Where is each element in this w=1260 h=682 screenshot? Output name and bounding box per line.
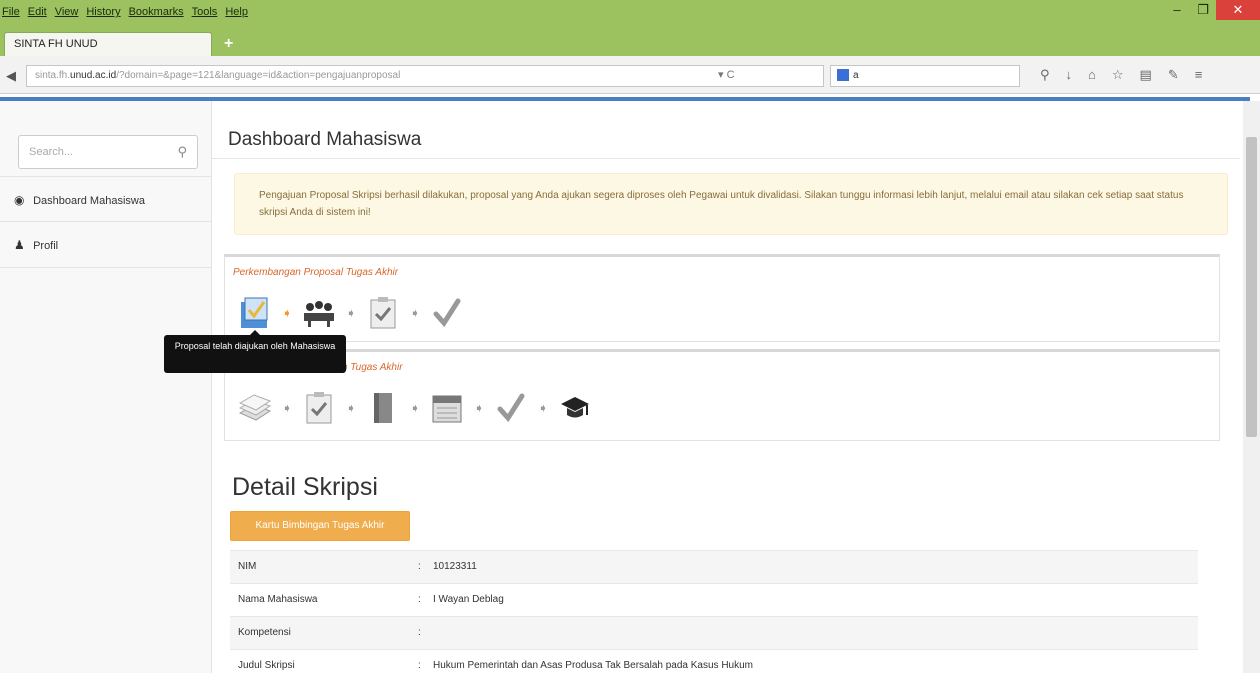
tab-title: SINTA FH UNUD — [14, 38, 98, 50]
home-icon[interactable]: ⌂ — [1088, 67, 1096, 83]
menu-history[interactable]: History — [86, 6, 120, 18]
new-tab-button[interactable]: + — [224, 35, 233, 53]
menu-help[interactable]: Help — [225, 6, 248, 18]
table-row: Judul Skripsi : Hukum Pemerintah dan Asa… — [230, 649, 1198, 682]
row-separator: : — [418, 561, 421, 572]
row-value: I Wayan Deblag — [433, 594, 504, 605]
sidebar-item-label: Profil — [33, 240, 59, 252]
search-bar-text: a — [853, 70, 859, 81]
table-row: Kompetensi : — [230, 616, 1198, 649]
book-icon — [363, 388, 403, 428]
checkmark-icon — [427, 293, 467, 333]
navigation-bar: ◀ sinta.fh.unud.ac.id/?domain=&page=121&… — [0, 56, 1260, 94]
url-prefix: sinta.fh. — [35, 70, 71, 81]
page-title: Dashboard Mahasiswa — [228, 129, 422, 150]
dashboard-icon: ◉ — [14, 193, 25, 207]
menu-file[interactable]: File — [2, 6, 20, 18]
library-icon[interactable]: ▤ — [1140, 67, 1152, 83]
scrollbar-thumb[interactable] — [1246, 137, 1257, 437]
web-page: Search... ⚲ ◉ Dashboard Mahasiswa ♟ Prof… — [0, 101, 1240, 673]
menu-tools[interactable]: Tools — [192, 6, 218, 18]
sidebar-item-dashboard[interactable]: ◉ Dashboard Mahasiswa — [0, 176, 211, 222]
row-value: 10123311 — [433, 561, 477, 572]
kartu-bimbingan-button[interactable]: Kartu Bimbingan Tugas Akhir — [230, 511, 410, 541]
addon-icon[interactable]: ✎ — [1168, 67, 1179, 83]
back-icon[interactable]: ◀ — [6, 68, 16, 84]
bookmark-star-icon[interactable]: ☆ — [1112, 67, 1124, 83]
row-key: Kompetensi — [238, 627, 291, 638]
url-bar[interactable]: sinta.fh.unud.ac.id/?domain=&page=121&la… — [26, 65, 824, 87]
menu-view[interactable]: View — [55, 6, 79, 18]
close-icon[interactable]: ✕ — [1216, 0, 1260, 20]
browser-window: File Edit View History Bookmarks Tools H… — [0, 0, 1260, 673]
url-path: /?domain=&page=121&language=id&action=pe… — [116, 70, 401, 81]
row-separator: : — [418, 627, 421, 638]
row-key: NIM — [238, 561, 257, 572]
research-progress-panel: Perkembangan Penelitian Tugas Akhir ➧ ➧ … — [224, 349, 1220, 441]
row-value: Hukum Pemerintah dan Asas Produsa Tak Be… — [433, 660, 753, 671]
arrow-icon: ➧ — [345, 401, 357, 415]
sidebar-search-input[interactable]: Search... ⚲ — [18, 135, 198, 169]
search-bar[interactable]: a — [830, 65, 1020, 87]
detail-title: Detail Skripsi — [232, 473, 378, 501]
proposal-progress-panel: Perkembangan Proposal Tugas Akhir ➧ ➧ ➧ — [224, 254, 1220, 342]
table-row: Nama Mahasiswa : I Wayan Deblag — [230, 583, 1198, 616]
proposal-submitted-icon[interactable] — [235, 293, 275, 333]
papers-icon — [235, 388, 275, 428]
divider — [212, 158, 1240, 159]
search-icon[interactable]: ⚲ — [1040, 67, 1050, 83]
toolbar-icons: ⚲ ↓ ⌂ ☆ ▤ ✎ ≡ — [1040, 67, 1202, 83]
sidebar-item-label: Dashboard Mahasiswa — [33, 195, 145, 207]
menu-bookmarks[interactable]: Bookmarks — [129, 6, 184, 18]
sidebar: Search... ⚲ ◉ Dashboard Mahasiswa ♟ Prof… — [0, 101, 212, 673]
sidebar-search-placeholder: Search... — [29, 146, 74, 158]
meeting-icon — [299, 293, 339, 333]
arrow-icon: ➧ — [409, 306, 421, 320]
arrow-icon: ➧ — [409, 401, 421, 415]
window-controls: – ❐ ✕ — [1164, 0, 1260, 20]
menu-bar: File Edit View History Bookmarks Tools H… — [2, 6, 248, 18]
row-separator: : — [418, 660, 421, 671]
download-icon[interactable]: ↓ — [1066, 67, 1073, 83]
restore-icon[interactable]: ❐ — [1190, 0, 1216, 20]
success-alert: Pengajuan Proposal Skripsi berhasil dila… — [234, 173, 1228, 235]
user-icon: ♟ — [14, 238, 25, 252]
panel-title: Perkembangan Proposal Tugas Akhir — [233, 267, 399, 278]
detail-table: NIM : 10123311 Nama Mahasiswa : I Wayan … — [230, 550, 1198, 682]
page-scrollbar[interactable] — [1243, 101, 1260, 673]
table-row: NIM : 10123311 — [230, 550, 1198, 583]
proposal-steps: ➧ ➧ ➧ — [235, 293, 467, 333]
clipboard-check-icon — [299, 388, 339, 428]
arrow-icon: ➧ — [473, 401, 485, 415]
calendar-icon — [427, 388, 467, 428]
search-engine-icon[interactable] — [837, 69, 849, 82]
checkmark-icon — [491, 388, 531, 428]
url-host: unud.ac.id — [70, 70, 117, 81]
arrow-icon: ➧ — [281, 306, 293, 320]
arrow-icon: ➧ — [345, 306, 357, 320]
menu-edit[interactable]: Edit — [28, 6, 47, 18]
search-icon[interactable]: ⚲ — [177, 136, 187, 168]
sidebar-item-profil[interactable]: ♟ Profil — [0, 222, 211, 268]
row-key: Nama Mahasiswa — [238, 594, 318, 605]
browser-tab[interactable]: SINTA FH UNUD — [4, 32, 212, 56]
menu-icon[interactable]: ≡ — [1195, 67, 1203, 83]
arrow-icon: ➧ — [537, 401, 549, 415]
step-tooltip: Proposal telah diajukan oleh Mahasiswa — [164, 330, 346, 373]
minimize-icon[interactable]: – — [1164, 0, 1190, 20]
arrow-icon: ➧ — [281, 401, 293, 415]
reload-icon[interactable]: ▾ C — [718, 68, 735, 81]
browser-titlebar: File Edit View History Bookmarks Tools H… — [0, 0, 1260, 56]
row-key: Judul Skripsi — [238, 660, 295, 671]
row-separator: : — [418, 594, 421, 605]
clipboard-check-icon — [363, 293, 403, 333]
main-content: Dashboard Mahasiswa Pengajuan Proposal S… — [212, 101, 1240, 673]
research-steps: ➧ ➧ ➧ ➧ ➧ — [235, 388, 595, 428]
graduation-cap-icon — [555, 388, 595, 428]
